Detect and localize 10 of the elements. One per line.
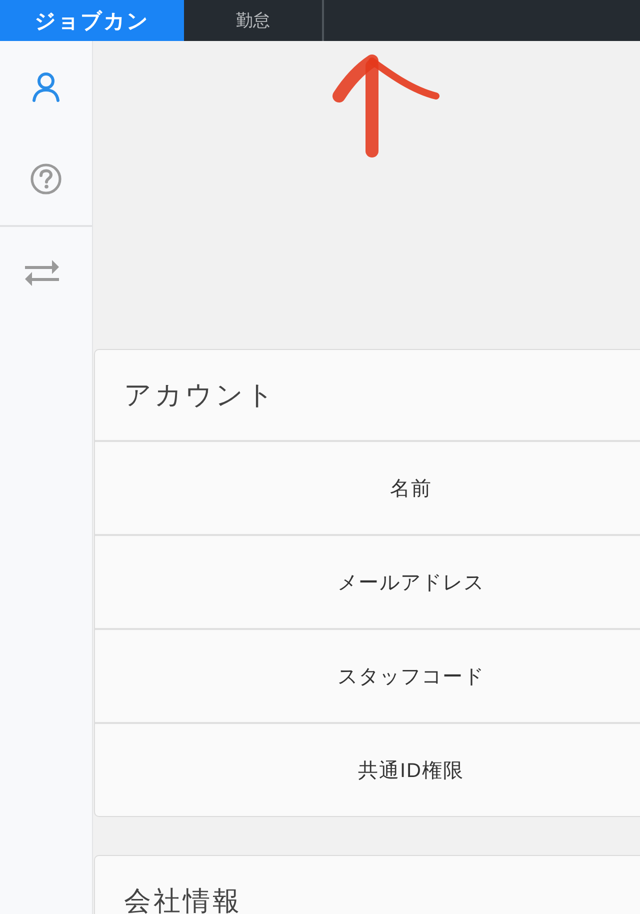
- field-label: スタッフコード: [336, 664, 486, 690]
- user-icon[interactable]: [32, 72, 60, 102]
- field-label: 共通ID権限: [357, 758, 465, 784]
- field-label: 名前: [389, 476, 433, 502]
- swap-arrows-icon[interactable]: [24, 259, 60, 287]
- section-title: 会社情報: [124, 885, 242, 914]
- section-title: アカウント: [124, 379, 276, 412]
- field-label: メールアドレス: [336, 570, 486, 596]
- help-icon[interactable]: [30, 163, 62, 195]
- brand-logo[interactable]: ジョブカン: [0, 0, 184, 41]
